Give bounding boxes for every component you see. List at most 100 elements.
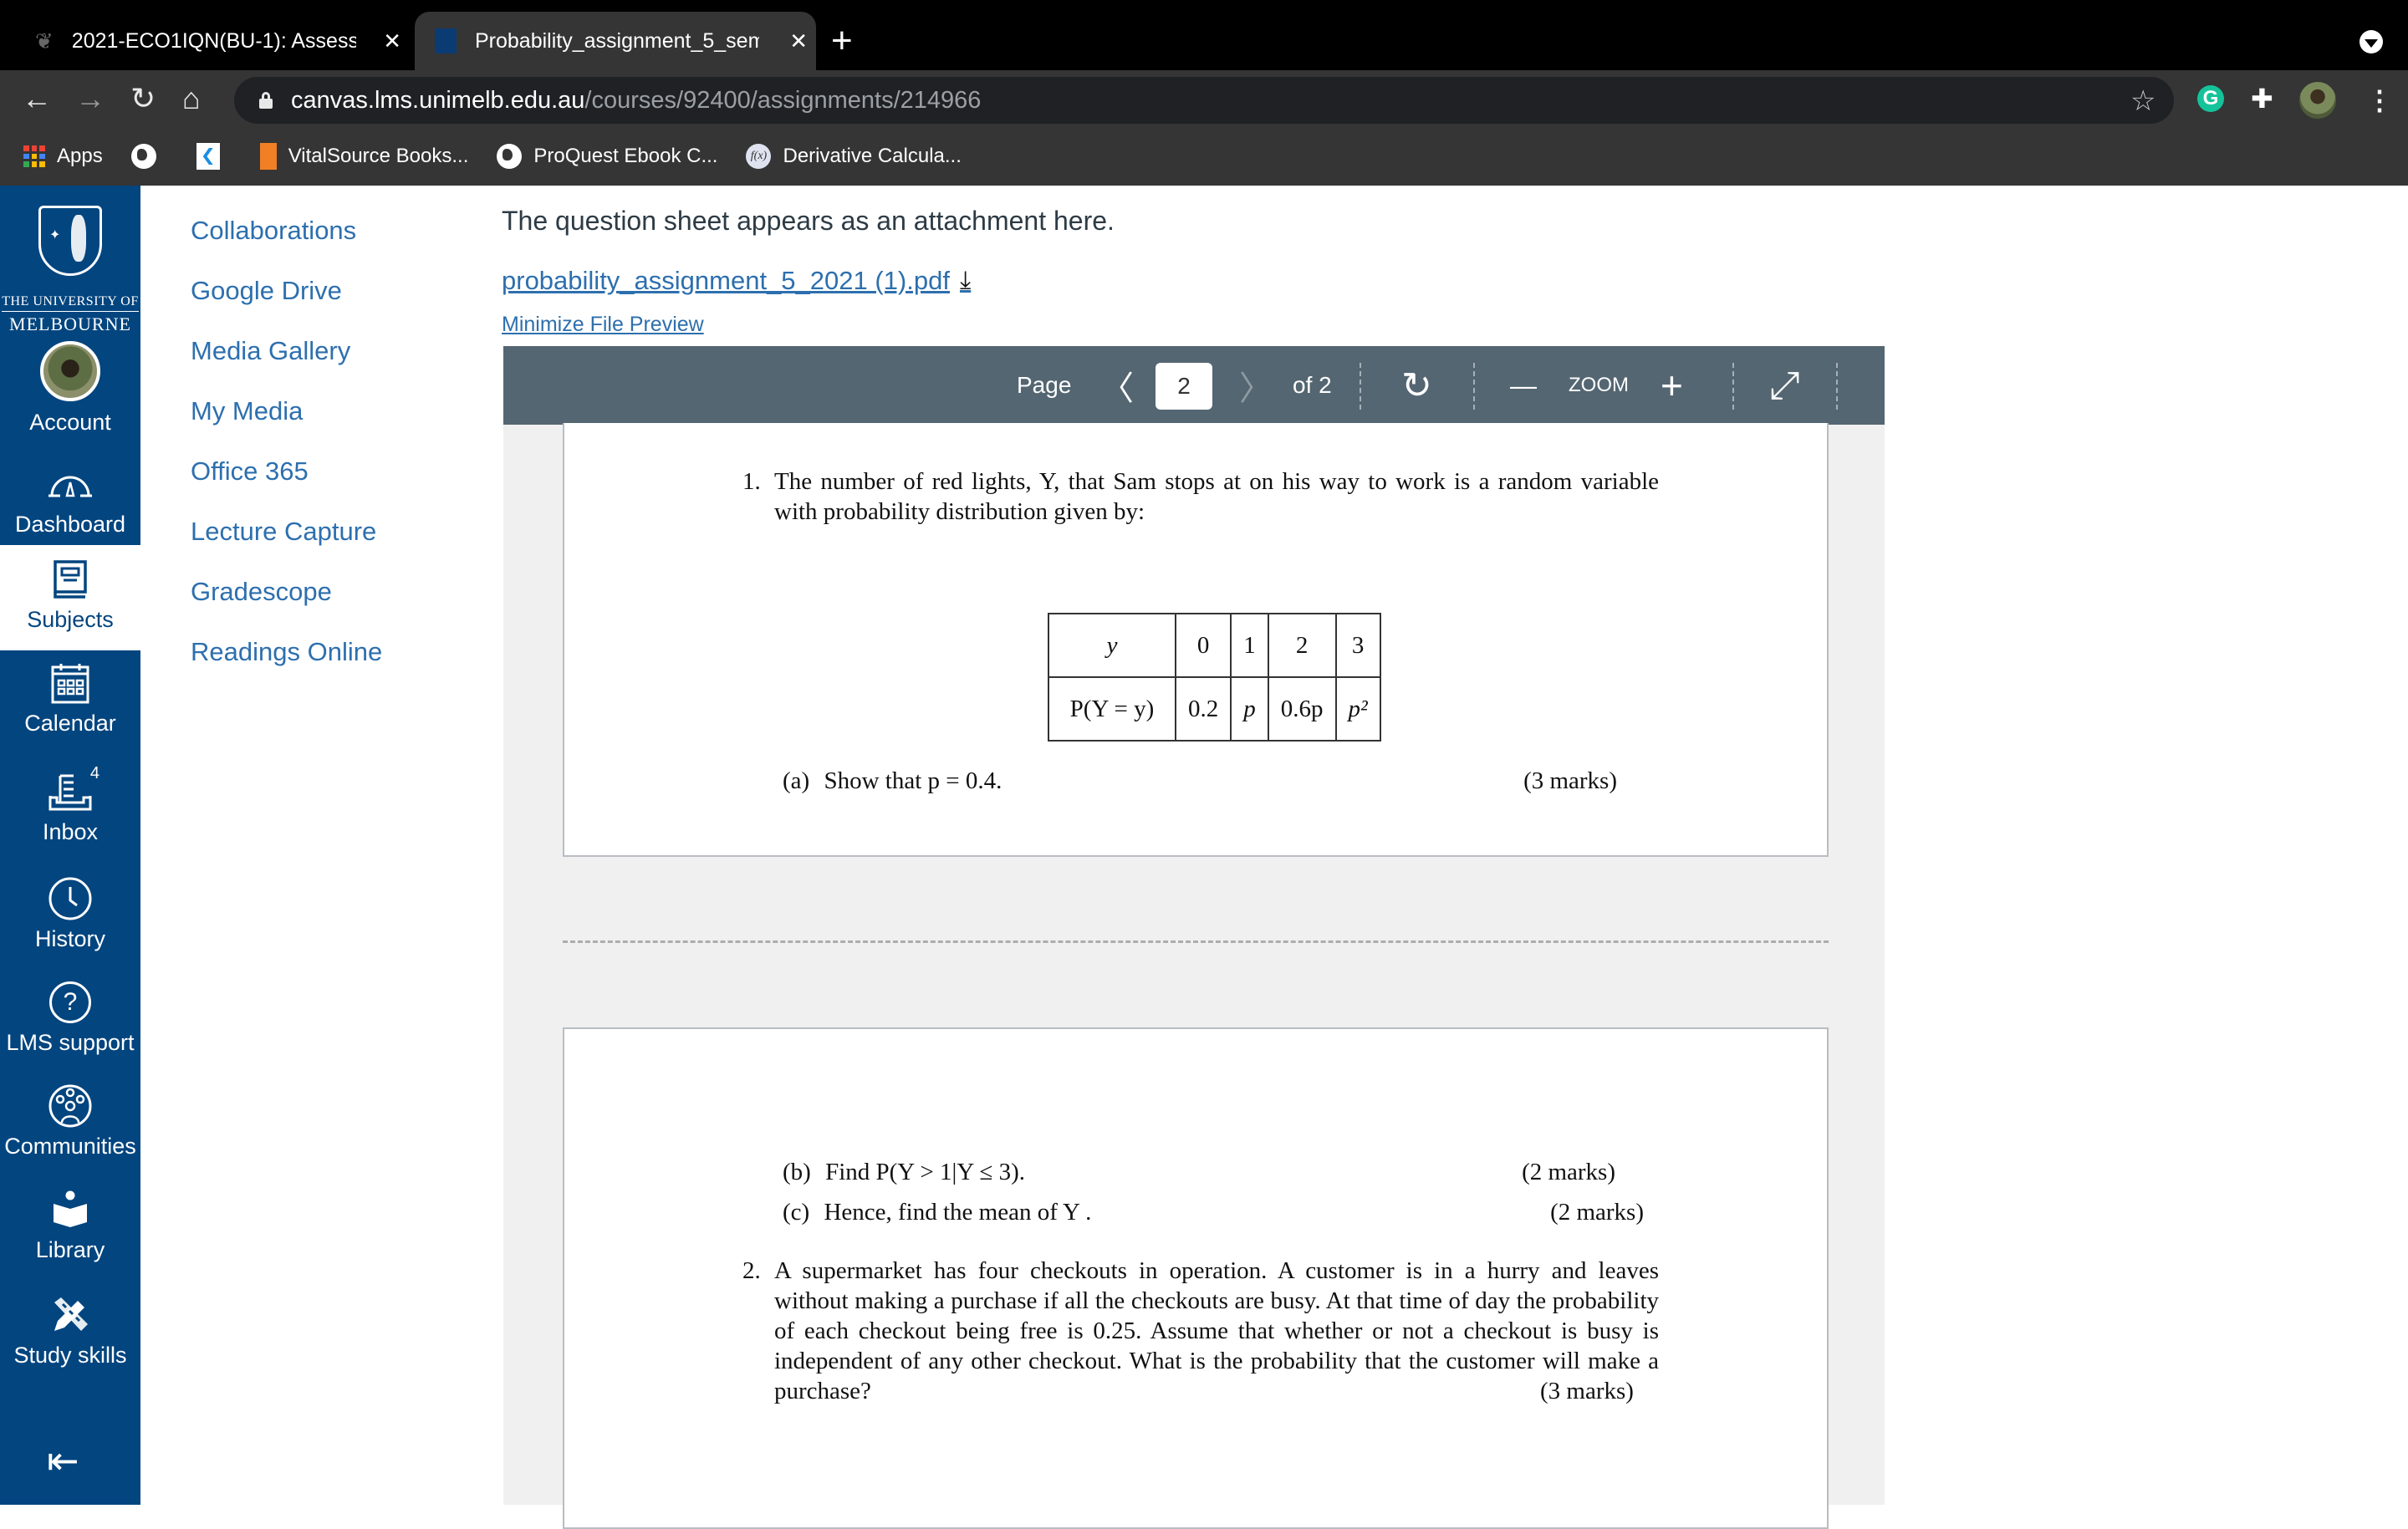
subject-menu-google-drive[interactable]: Google Drive <box>191 269 382 329</box>
calendar-icon <box>48 660 93 706</box>
page-number-input[interactable] <box>1156 363 1212 410</box>
question-1-part-c: (c) Hence, find the mean of Y . (2 marks… <box>783 1197 1644 1227</box>
subject-menu-my-media[interactable]: My Media <box>191 390 382 450</box>
tab-search-dropdown-icon[interactable] <box>2360 30 2383 54</box>
reload-icon[interactable]: ↻ <box>130 80 156 117</box>
next-page-icon[interactable]: 〉 <box>1239 346 1273 425</box>
subject-menu-lecture-capture[interactable]: Lecture Capture <box>191 510 382 570</box>
probability-distribution-table: y 0 1 2 3 P(Y = y) 0.2 p 0.6p p² <box>1048 613 1381 742</box>
logo-line1: THE UNIVERSITY OF <box>2 294 139 312</box>
nav-inbox[interactable]: 4 Inbox <box>0 762 140 863</box>
kindle-icon <box>196 143 220 170</box>
tab-assessment[interactable]: ❦ 2021-ECO1IQN(BU-1): Assessm ✕ <box>25 12 410 70</box>
part-label: (c) <box>783 1199 810 1226</box>
new-tab-button[interactable]: + <box>831 20 853 62</box>
browser-tab-bar: ❦ 2021-ECO1IQN(BU-1): Assessm ✕ Probabil… <box>0 0 2408 70</box>
nav-lms-support[interactable]: ? LMS support <box>0 973 140 1065</box>
tab-title: Probability_assignment_5_sem <box>475 28 759 53</box>
unimelb-favicon-icon <box>435 28 457 54</box>
nav-label: Calendar <box>24 711 116 736</box>
table-cell: p² <box>1334 676 1381 742</box>
rotate-icon[interactable]: ↻ <box>1401 346 1432 425</box>
tab-probability-assignment[interactable]: Probability_assignment_5_sem ✕ <box>415 12 816 70</box>
nav-label: Inbox <box>42 819 99 844</box>
study-skills-icon <box>48 1292 93 1338</box>
forward-arrow-icon[interactable]: → <box>75 80 105 117</box>
nav-calendar[interactable]: Calendar <box>0 660 140 752</box>
back-arrow-icon[interactable]: ← <box>22 80 52 117</box>
bookmarks-bar: Apps VitalSource Books... ProQuest Ebook… <box>0 127 2408 186</box>
prev-page-icon[interactable]: 〈 <box>1100 346 1134 425</box>
inbox-icon: 4 <box>48 764 99 814</box>
subject-menu-gradescope[interactable]: Gradescope <box>191 570 382 630</box>
browser-menu-icon[interactable]: ⋮ <box>2366 84 2393 117</box>
table-cell: 3 <box>1334 613 1381 678</box>
attachment-link[interactable]: probability_assignment_5_2021 (1).pdf <box>502 266 950 296</box>
question-1: 1. The number of red lights, Y, that Sam… <box>742 466 1659 527</box>
fullscreen-icon[interactable]: ⤢ <box>1769 346 1800 425</box>
nav-study-skills[interactable]: Study skills <box>0 1286 140 1378</box>
nav-label: History <box>34 926 105 951</box>
globe-icon <box>130 144 156 169</box>
question-text: The number of red lights, Y, that Sam st… <box>774 468 1659 525</box>
bookmark-apps[interactable]: Apps <box>23 145 103 168</box>
part-marks: (3 marks) <box>1523 767 1617 794</box>
clock-icon <box>48 876 93 921</box>
tab-title: 2021-ECO1IQN(BU-1): Assessm <box>71 28 356 53</box>
nav-history[interactable]: History <box>0 869 140 961</box>
help-glyph: ? <box>49 981 91 1023</box>
part-marks: (2 marks) <box>1550 1199 1644 1226</box>
subject-menu-readings-online[interactable]: Readings Online <box>191 630 382 691</box>
part-marks: (2 marks) <box>1522 1159 1615 1185</box>
profile-avatar[interactable] <box>2299 82 2336 119</box>
subject-menu-media-gallery[interactable]: Media Gallery <box>191 329 382 390</box>
nav-library[interactable]: Library <box>0 1180 140 1272</box>
extensions-puzzle-icon[interactable]: ✚ <box>2251 85 2273 112</box>
question-1-part-a: (a) Show that p = 0.4. (3 marks) <box>783 766 1617 796</box>
bookmark-derivative-calculator[interactable]: f(x) Derivative Calcula... <box>746 144 962 169</box>
bookmark-kindle[interactable] <box>196 143 232 170</box>
bookmark-globe[interactable] <box>130 144 168 169</box>
lock-icon <box>259 92 273 109</box>
question-number: 2. <box>742 1257 761 1284</box>
zoom-out-icon[interactable]: — <box>1510 346 1537 425</box>
home-icon[interactable]: ⌂ <box>182 80 201 117</box>
subject-menu-office-365[interactable]: Office 365 <box>191 450 382 510</box>
part-text: Find P(Y > 1|Y ≤ 3). <box>825 1159 1026 1185</box>
bookmark-proquest[interactable]: ProQuest Ebook C... <box>497 144 717 169</box>
subject-menu-collaborations[interactable]: Collaborations <box>191 209 382 269</box>
nav-communities[interactable]: Communities <box>0 1077 140 1169</box>
inbox-unread-badge: 4 <box>89 764 99 782</box>
nav-label: LMS support <box>6 1030 135 1055</box>
university-logo[interactable]: THE UNIVERSITY OF MELBOURNE <box>0 199 140 341</box>
apps-grid-icon <box>23 145 45 167</box>
part-text: Hence, find the mean of Y . <box>824 1199 1092 1226</box>
close-icon[interactable]: ✕ <box>375 28 410 54</box>
nav-dashboard[interactable]: Dashboard <box>0 453 140 545</box>
bookmark-label: Apps <box>57 145 103 167</box>
part-label: (a) <box>783 767 810 794</box>
bookmark-vitalsource[interactable]: VitalSource Books... <box>259 143 468 170</box>
nav-label: Account <box>29 410 111 435</box>
fx-icon: f(x) <box>746 144 772 169</box>
download-icon[interactable]: ⤓ <box>960 267 971 295</box>
bookmark-label: Derivative Calcula... <box>783 145 962 167</box>
nav-account[interactable]: Account <box>0 336 140 436</box>
table-header-cell: y <box>1048 613 1176 678</box>
zoom-in-icon[interactable]: + <box>1661 346 1683 425</box>
page-label: Page <box>1017 372 1072 398</box>
tab-favicon-icon: ❦ <box>35 28 54 54</box>
part-label: (b) <box>783 1159 811 1185</box>
collapse-nav-icon[interactable]: ⇤ <box>47 1441 79 1480</box>
url-bar[interactable]: canvas.lms.unimelb.edu.au/courses/92400/… <box>234 77 2174 124</box>
logo-line2: MELBOURNE <box>9 313 131 334</box>
globe-icon <box>497 144 523 169</box>
minimize-file-preview-link[interactable]: Minimize File Preview <box>502 313 704 337</box>
bookmark-star-icon[interactable]: ☆ <box>2130 87 2155 115</box>
grammarly-extension-icon[interactable]: G <box>2197 85 2224 112</box>
help-icon: ? <box>48 980 93 1025</box>
close-icon[interactable]: ✕ <box>781 28 816 54</box>
nav-subjects[interactable]: Subjects <box>0 545 140 650</box>
bookmark-label: ProQuest Ebook C... <box>533 145 718 167</box>
communities-icon <box>48 1083 93 1129</box>
